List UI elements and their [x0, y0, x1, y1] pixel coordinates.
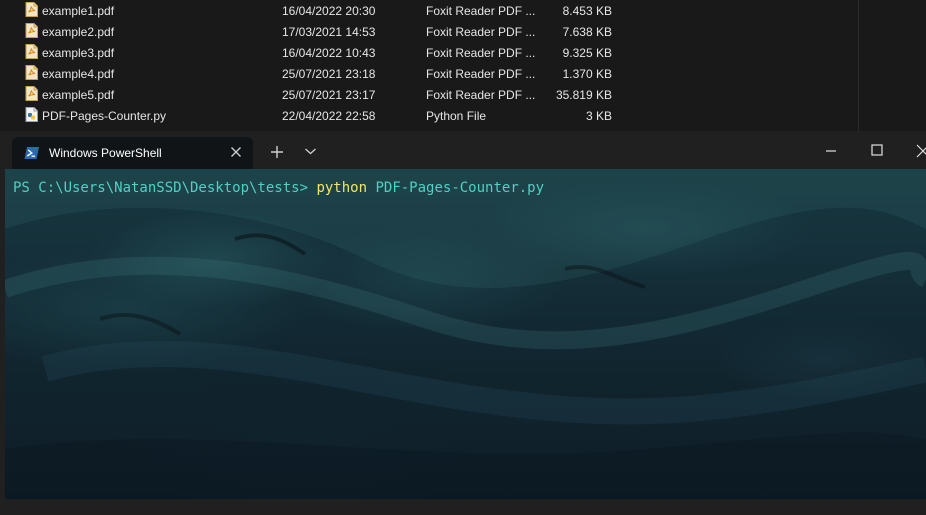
command-text: python [316, 180, 368, 196]
pdf-file-icon [25, 2, 38, 17]
file-size: 1.370 KB [562, 67, 612, 81]
terminal-bottom-border [0, 499, 926, 515]
command-argument: PDF-Pages-Counter.py [375, 180, 545, 196]
new-tab-plus-icon[interactable] [270, 145, 284, 159]
file-date-modified: 22/04/2022 22:58 [282, 109, 376, 123]
close-window-icon[interactable] [916, 144, 926, 158]
close-tab-icon[interactable] [228, 144, 244, 160]
file-size: 7.638 KB [562, 25, 612, 39]
powershell-icon [24, 147, 39, 159]
chevron-down-icon[interactable] [304, 146, 317, 156]
file-date-modified: 25/07/2021 23:17 [282, 88, 376, 102]
file-explorer-list: example1.pdf 16/04/2022 20:30 Foxit Read… [0, 0, 926, 131]
file-date-modified: 25/07/2021 23:18 [282, 67, 376, 81]
file-type: Python File [426, 109, 487, 123]
file-row[interactable]: example5.pdf 25/07/2021 23:17 Foxit Read… [0, 84, 858, 105]
file-size: 9.325 KB [562, 46, 612, 60]
pdf-file-icon [25, 23, 38, 38]
file-type: Foxit Reader PDF ... [426, 46, 536, 60]
file-name: example1.pdf [42, 4, 115, 18]
explorer-side-pane [858, 0, 926, 131]
pdf-file-icon [25, 44, 38, 59]
prompt-line: PS C:\Users\NatanSSD\Desktop\tests> pyth… [13, 179, 544, 197]
file-row[interactable]: example3.pdf 16/04/2022 10:43 Foxit Read… [0, 42, 858, 63]
maximize-window-icon[interactable] [871, 144, 883, 156]
file-name: example4.pdf [42, 67, 115, 81]
background-artwork [5, 169, 926, 499]
file-date-modified: 16/04/2022 20:30 [282, 4, 376, 18]
python-file-icon [25, 107, 38, 122]
file-name: example5.pdf [42, 88, 115, 102]
file-size: 8.453 KB [562, 4, 612, 18]
file-type: Foxit Reader PDF ... [426, 25, 536, 39]
prompt-path: PS C:\Users\NatanSSD\Desktop\tests> [13, 180, 309, 196]
file-name: PDF-Pages-Counter.py [42, 109, 167, 123]
tab-windows-powershell[interactable]: Windows PowerShell [12, 137, 253, 169]
tab-title: Windows PowerShell [49, 146, 162, 160]
file-type: Foxit Reader PDF ... [426, 67, 536, 81]
file-type: Foxit Reader PDF ... [426, 88, 536, 102]
file-size: 3 KB [585, 109, 612, 123]
file-date-modified: 17/03/2021 14:53 [282, 25, 376, 39]
file-row[interactable]: PDF-Pages-Counter.py 22/04/2022 22:58 Py… [0, 105, 858, 126]
file-row[interactable]: example1.pdf 16/04/2022 20:30 Foxit Read… [0, 0, 858, 21]
windows-terminal-window: Windows PowerShell PS C:\Users\NatanSSD\… [0, 131, 926, 515]
minimize-window-icon[interactable] [825, 149, 837, 153]
file-row[interactable]: example4.pdf 25/07/2021 23:18 Foxit Read… [0, 63, 858, 84]
file-row[interactable]: example2.pdf 17/03/2021 14:53 Foxit Read… [0, 21, 858, 42]
file-name: example3.pdf [42, 46, 115, 60]
pdf-file-icon [25, 65, 38, 80]
terminal-console[interactable]: PS C:\Users\NatanSSD\Desktop\tests> pyth… [5, 169, 926, 499]
terminal-tab-bar: Windows PowerShell [0, 131, 926, 169]
file-size: 35.819 KB [555, 88, 612, 102]
pdf-file-icon [25, 86, 38, 101]
file-type: Foxit Reader PDF ... [426, 4, 536, 18]
file-name: example2.pdf [42, 25, 115, 39]
file-date-modified: 16/04/2022 10:43 [282, 46, 376, 60]
